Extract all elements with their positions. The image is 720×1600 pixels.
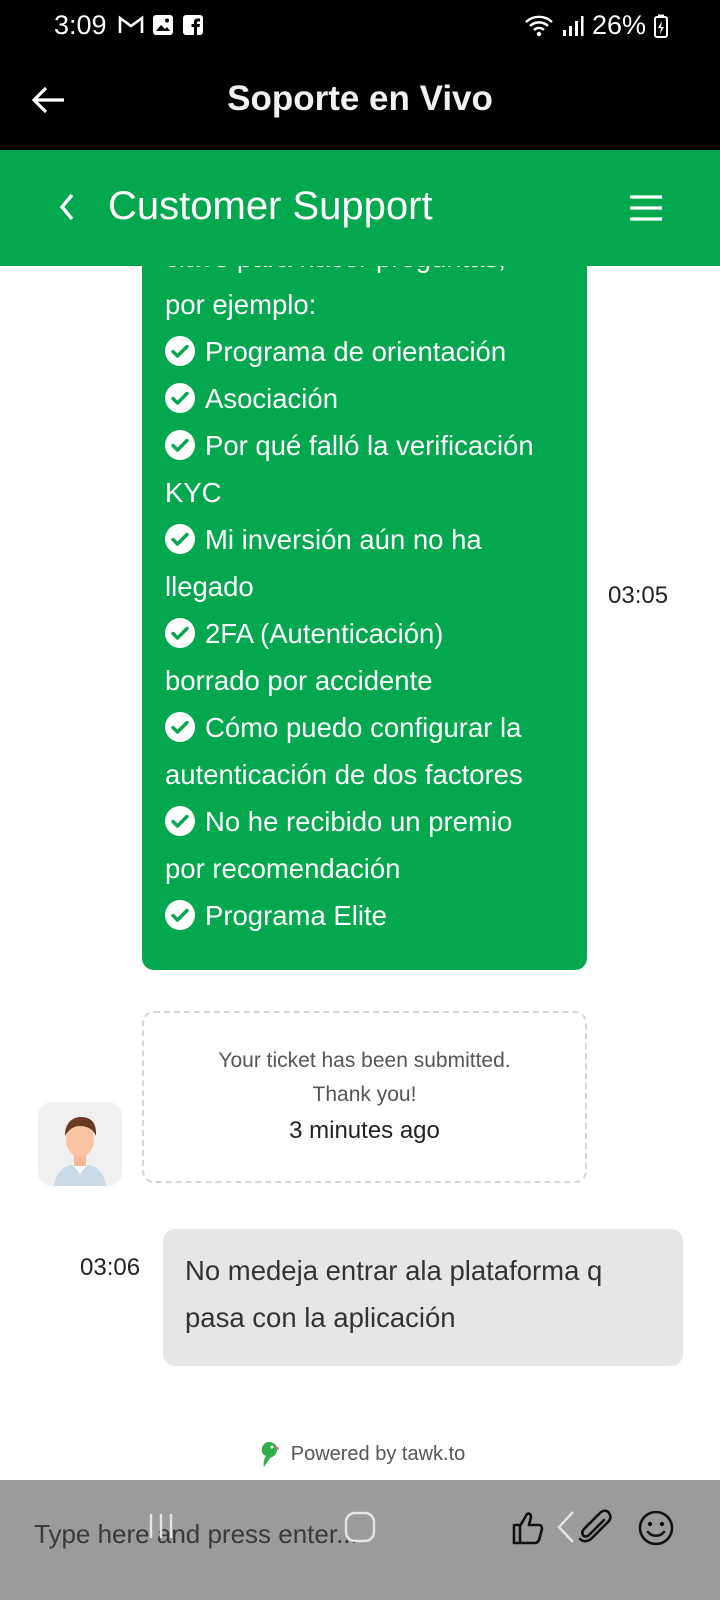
- app-bar: Soporte en Vivo: [0, 52, 720, 150]
- topic-item-text: Programa Elite: [205, 900, 387, 931]
- topic-item: 2FA (Autenticación) borrado por accidente: [165, 610, 565, 704]
- topic-item-line: 2FA (Autenticación): [165, 610, 565, 657]
- topic-item-text: Cómo puedo configurar la: [205, 712, 522, 743]
- topic-item-text: No he recibido un premio: [205, 806, 513, 837]
- check-mark-icon: [165, 618, 195, 648]
- topic-item: No he recibido un premio por recomendació…: [165, 798, 565, 892]
- check-mark-icon: [165, 806, 195, 836]
- user-message-bubble: No medeja entrar ala plataforma q pasa c…: [163, 1229, 683, 1366]
- message-input[interactable]: [34, 1512, 474, 1556]
- ticket-thanks-text: Thank you!: [312, 1083, 417, 1106]
- check-mark-icon: [165, 900, 195, 930]
- thumbs-up-icon[interactable]: [508, 1508, 548, 1548]
- paperclip-icon[interactable]: [574, 1508, 614, 1548]
- recent-apps-icon[interactable]: [146, 1508, 176, 1544]
- topic-item-line: Mi inversión aún no ha: [165, 516, 565, 563]
- topic-item-line: Por qué falló la verificación: [165, 422, 565, 469]
- topic-item: Asociación: [165, 375, 565, 422]
- signal-icon: [562, 15, 584, 36]
- topic-list: Programa de orientación Asociación Por qué…: [165, 328, 565, 939]
- avatar-icon: [38, 1102, 122, 1186]
- topic-item-text: Programa de orientación: [205, 336, 507, 367]
- topic-item: Por qué falló la verificación KYC: [165, 422, 565, 516]
- check-mark-icon: [165, 430, 195, 460]
- chat-title: Customer Support: [108, 184, 433, 228]
- hamburger-menu-icon[interactable]: [629, 194, 663, 222]
- status-time: 3:09: [54, 10, 107, 40]
- topic-item-text: Por qué falló la verificación: [205, 430, 534, 461]
- status-bar: 3:09 26%: [0, 0, 720, 52]
- agent-avatar: [38, 1102, 122, 1186]
- topic-item-text: 2FA (Autenticación): [205, 618, 444, 649]
- topic-item: Programa Elite: [165, 892, 565, 939]
- chat-header: Customer Support: [0, 150, 720, 266]
- gmail-icon: [118, 15, 144, 33]
- topic-item: Cómo puedo configurar la autenticación de…: [165, 704, 565, 798]
- status-right: 26%: [524, 10, 668, 41]
- battery-percent: 26%: [591, 10, 646, 40]
- topic-item: Mi inversión aún no ha llegado: [165, 516, 565, 610]
- user-message-line: pasa con la aplicación: [185, 1302, 456, 1333]
- topic-item-text-continued: por recomendación: [165, 853, 401, 884]
- chevron-left-icon[interactable]: [56, 190, 78, 224]
- nav-back-icon[interactable]: [553, 1508, 579, 1546]
- input-bar: [0, 1480, 720, 1600]
- check-mark-icon: [165, 524, 195, 554]
- user-message-time: 03:06: [80, 1254, 141, 1281]
- message-text-partial: clave para hacer preguntas,: [165, 266, 565, 281]
- check-mark-icon: [165, 336, 195, 366]
- check-mark-icon: [165, 712, 195, 742]
- agent-message-time: 03:05: [608, 582, 669, 609]
- topic-item-line: No he recibido un premio: [165, 798, 565, 845]
- ticket-confirmation: Your ticket has been submitted. Thank yo…: [142, 1011, 587, 1183]
- powered-by[interactable]: Powered by tawk.to: [0, 1440, 720, 1474]
- topic-item-line: Programa de orientación: [165, 328, 565, 375]
- wifi-icon: [525, 15, 553, 36]
- emoji-icon[interactable]: [636, 1508, 676, 1548]
- battery-charging-icon: [654, 14, 668, 38]
- topic-item-text: Mi inversión aún no ha: [205, 524, 482, 555]
- powered-by-text: Powered by tawk.to: [290, 1442, 466, 1465]
- ticket-time: 3 minutes ago: [289, 1117, 440, 1144]
- topic-item-text: Asociación: [205, 383, 338, 414]
- topic-item-text-continued: borrado por accidente: [165, 665, 433, 696]
- tawk-parrot-icon: [261, 1442, 279, 1467]
- topic-item-text-continued: KYC: [165, 477, 222, 508]
- ticket-submitted-text: Your ticket has been submitted.: [218, 1049, 511, 1072]
- topic-item-text-continued: llegado: [165, 571, 254, 602]
- facebook-icon: [183, 15, 203, 35]
- topic-item-line: Asociación: [165, 375, 565, 422]
- topic-item: Programa de orientación: [165, 328, 565, 375]
- gallery-icon: [153, 15, 173, 35]
- chat-area[interactable]: clave para hacer preguntas, por ejemplo:…: [0, 266, 720, 1480]
- app-title: Soporte en Vivo: [227, 79, 493, 118]
- home-icon[interactable]: [343, 1510, 377, 1544]
- topic-item-line: Cómo puedo configurar la: [165, 704, 565, 751]
- agent-message-bubble: clave para hacer preguntas, por ejemplo:…: [142, 266, 587, 970]
- status-left-icons: [118, 14, 204, 36]
- user-message-line: No medeja entrar ala plataforma q: [185, 1255, 603, 1286]
- topic-item-line: Programa Elite: [165, 892, 565, 939]
- check-mark-icon: [165, 383, 195, 413]
- topic-item-text-continued: autenticación de dos factores: [165, 759, 523, 790]
- message-text-intro: por ejemplo:: [165, 289, 317, 320]
